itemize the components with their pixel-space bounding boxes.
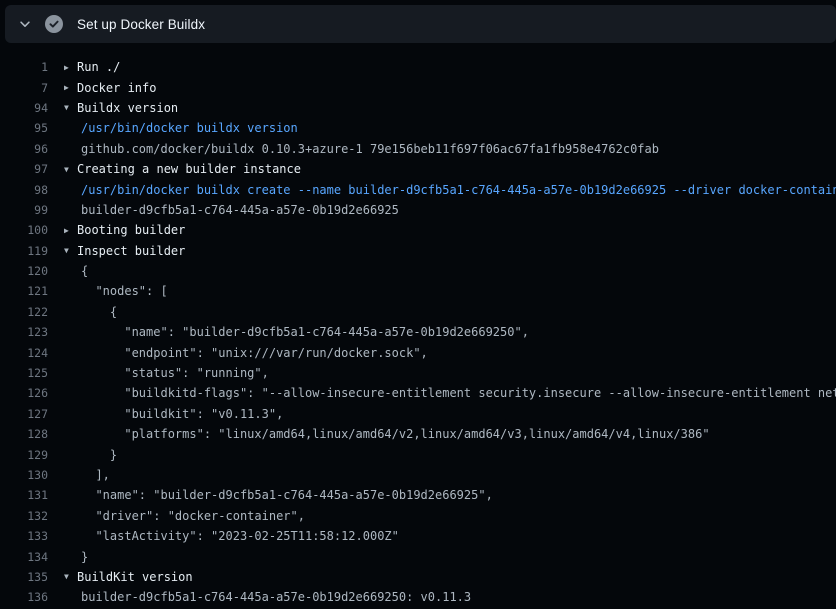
log-line-text: builder-d9cfb5a1-c764-445a-a57e-0b19d2e6… xyxy=(81,590,471,604)
line-number[interactable]: 127 xyxy=(0,407,48,421)
line-number[interactable]: 1 xyxy=(0,60,48,74)
log-line-text: "nodes": [ xyxy=(81,284,168,298)
line-number[interactable]: 126 xyxy=(0,386,48,400)
log-line-text: github.com/docker/buildx 0.10.3+azure-1 … xyxy=(81,142,659,156)
log-line: 122 { xyxy=(0,302,836,322)
line-number[interactable]: 123 xyxy=(0,325,48,339)
log-line-text: "driver": "docker-container", xyxy=(81,509,305,523)
log-line-text: } xyxy=(81,448,117,462)
group-toggle-icon[interactable]: ▼ xyxy=(64,103,77,112)
log-line-text: Docker info xyxy=(77,81,156,95)
log-line-text: Creating a new builder instance xyxy=(77,162,301,176)
log-line: 132 "driver": "docker-container", xyxy=(0,506,836,526)
group-toggle-icon[interactable]: ▶ xyxy=(64,226,77,235)
line-number[interactable]: 130 xyxy=(0,468,48,482)
group-toggle-icon[interactable]: ▼ xyxy=(64,246,77,255)
log-line: 120 { xyxy=(0,261,836,281)
log-line: 130 ], xyxy=(0,465,836,485)
log-line: 131 "name": "builder-d9cfb5a1-c764-445a-… xyxy=(0,485,836,505)
log-line: 98 /usr/bin/docker buildx create --name … xyxy=(0,179,836,199)
log-line: 128 "platforms": "linux/amd64,linux/amd6… xyxy=(0,424,836,444)
log-line[interactable]: 7 ▶ Docker info xyxy=(0,77,836,97)
line-number[interactable]: 7 xyxy=(0,81,48,95)
log-line-text: /usr/bin/docker buildx create --name bui… xyxy=(81,183,836,197)
log-line: 96 github.com/docker/buildx 0.10.3+azure… xyxy=(0,139,836,159)
log-line-text: Booting builder xyxy=(77,223,185,237)
line-number[interactable]: 98 xyxy=(0,183,48,197)
line-number[interactable]: 133 xyxy=(0,529,48,543)
group-toggle-icon[interactable]: ▶ xyxy=(64,63,77,72)
log-line-text: Inspect builder xyxy=(77,244,185,258)
log-line: 124 "endpoint": "unix:///var/run/docker.… xyxy=(0,342,836,362)
line-number[interactable]: 97 xyxy=(0,162,48,176)
log-line[interactable]: 135 ▼ BuildKit version xyxy=(0,567,836,587)
line-number[interactable]: 125 xyxy=(0,366,48,380)
log-line: 99 builder-d9cfb5a1-c764-445a-a57e-0b19d… xyxy=(0,200,836,220)
log-line: 133 "lastActivity": "2023-02-25T11:58:12… xyxy=(0,526,836,546)
log-line-text: "endpoint": "unix:///var/run/docker.sock… xyxy=(81,346,428,360)
log-line: 126 "buildkitd-flags": "--allow-insecure… xyxy=(0,383,836,403)
log-line-text: Run ./ xyxy=(77,60,120,74)
log-line[interactable]: 97 ▼ Creating a new builder instance xyxy=(0,159,836,179)
line-number[interactable]: 119 xyxy=(0,244,48,258)
group-toggle-icon[interactable]: ▶ xyxy=(64,83,77,92)
group-toggle-icon[interactable]: ▼ xyxy=(64,572,77,581)
line-number[interactable]: 131 xyxy=(0,488,48,502)
log-line-text: Buildx version xyxy=(77,101,178,115)
group-toggle-icon[interactable]: ▼ xyxy=(64,165,77,174)
log-line: 95 /usr/bin/docker buildx version xyxy=(0,118,836,138)
step-title: Set up Docker Buildx xyxy=(77,17,205,32)
line-number[interactable]: 95 xyxy=(0,121,48,135)
line-number[interactable]: 132 xyxy=(0,509,48,523)
line-number[interactable]: 96 xyxy=(0,142,48,156)
line-number[interactable]: 120 xyxy=(0,264,48,278)
line-number[interactable]: 122 xyxy=(0,305,48,319)
log-line-text: "name": "builder-d9cfb5a1-c764-445a-a57e… xyxy=(81,488,493,502)
log-line-text: "name": "builder-d9cfb5a1-c764-445a-a57e… xyxy=(81,325,529,339)
log-line-text: "lastActivity": "2023-02-25T11:58:12.000… xyxy=(81,529,399,543)
log-line: 123 "name": "builder-d9cfb5a1-c764-445a-… xyxy=(0,322,836,342)
log-line-text: builder-d9cfb5a1-c764-445a-a57e-0b19d2e6… xyxy=(81,203,399,217)
log-line-text: { xyxy=(81,264,88,278)
line-number[interactable]: 99 xyxy=(0,203,48,217)
chevron-down-icon[interactable] xyxy=(18,17,32,31)
line-number[interactable]: 135 xyxy=(0,570,48,584)
log-line[interactable]: 1 ▶ Run ./ xyxy=(0,57,836,77)
log-line-text: } xyxy=(81,550,88,564)
log-line: 129 } xyxy=(0,444,836,464)
log-line-text: BuildKit version xyxy=(77,570,193,584)
line-number[interactable]: 121 xyxy=(0,284,48,298)
log-line-text: "platforms": "linux/amd64,linux/amd64/v2… xyxy=(81,427,710,441)
log-line[interactable]: 119 ▼ Inspect builder xyxy=(0,241,836,261)
log-line-text: "buildkit": "v0.11.3", xyxy=(81,407,283,421)
line-number[interactable]: 129 xyxy=(0,448,48,462)
log-line: 136 builder-d9cfb5a1-c764-445a-a57e-0b19… xyxy=(0,587,836,607)
line-number[interactable]: 134 xyxy=(0,550,48,564)
line-number[interactable]: 124 xyxy=(0,346,48,360)
log-line-text: { xyxy=(81,305,117,319)
line-number[interactable]: 94 xyxy=(0,101,48,115)
log-line-text: /usr/bin/docker buildx version xyxy=(81,121,298,135)
log-line: 121 "nodes": [ xyxy=(0,281,836,301)
check-circle-icon xyxy=(45,15,63,33)
log-line-text: ], xyxy=(81,468,110,482)
line-number[interactable]: 136 xyxy=(0,590,48,604)
log-viewer: 1 ▶ Run ./ 7 ▶ Docker info 94 ▼ Buildx v… xyxy=(0,43,836,608)
log-line-text: "status": "running", xyxy=(81,366,269,380)
log-line: 125 "status": "running", xyxy=(0,363,836,383)
step-header[interactable]: Set up Docker Buildx xyxy=(5,5,836,43)
line-number[interactable]: 128 xyxy=(0,427,48,441)
log-line: 127 "buildkit": "v0.11.3", xyxy=(0,404,836,424)
log-line[interactable]: 100 ▶ Booting builder xyxy=(0,220,836,240)
line-number[interactable]: 100 xyxy=(0,223,48,237)
log-line: 134 } xyxy=(0,546,836,566)
log-line-text: "buildkitd-flags": "--allow-insecure-ent… xyxy=(81,386,836,400)
log-line[interactable]: 94 ▼ Buildx version xyxy=(0,98,836,118)
